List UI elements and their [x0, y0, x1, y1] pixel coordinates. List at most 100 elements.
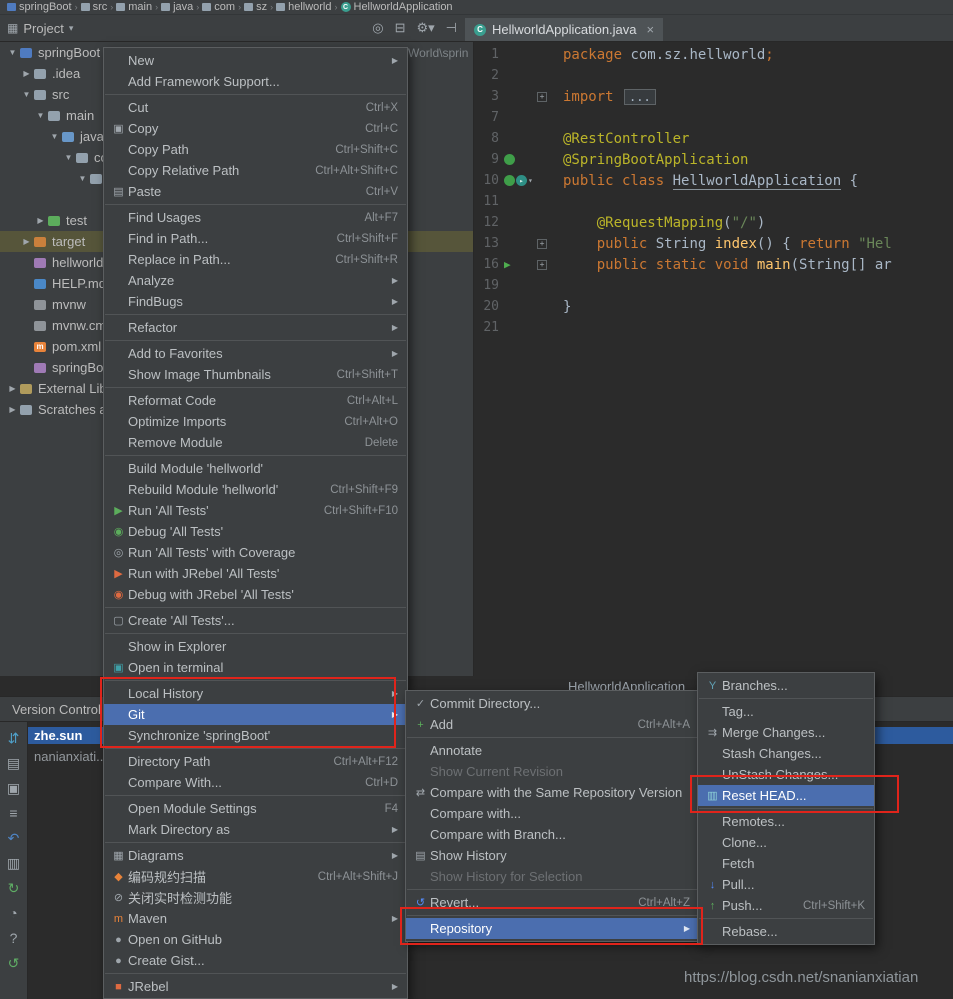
tree-expand-arrow-icon[interactable]: ▼ [6, 48, 19, 57]
settings-gear-icon[interactable]: ⚙▾ [416, 20, 434, 36]
menu-item-findbugs[interactable]: FindBugs ▶ [104, 291, 407, 312]
fold-plus-icon[interactable]: + [537, 91, 547, 102]
menu-item-tag[interactable]: Tag... [698, 701, 874, 722]
tree-expand-arrow-icon[interactable]: ▶ [20, 237, 33, 246]
refresh-icon[interactable]: ↻ [8, 880, 20, 896]
menu-item-replace-in-path[interactable]: Replace in Path... Ctrl+Shift+R [104, 249, 407, 270]
tree-expand-arrow-icon[interactable]: ▶ [6, 384, 19, 393]
menu-item-remove-module[interactable]: Remove Module Delete [104, 432, 407, 453]
project-panel-title[interactable]: Project [23, 21, 63, 36]
menu-item-create-all-tests[interactable]: ▢ Create 'All Tests'... [104, 610, 407, 631]
fold-plus-icon[interactable]: + [537, 259, 547, 270]
tree-expand-arrow-icon[interactable]: ▼ [34, 111, 47, 120]
menu-item-optimize-imports[interactable]: Optimize Imports Ctrl+Alt+O [104, 411, 407, 432]
breadcrumb-main[interactable]: main [113, 1, 155, 13]
help-icon[interactable]: ? [10, 930, 18, 946]
menu-item-create-gist[interactable]: ● Create Gist... [104, 950, 407, 971]
breadcrumb-springboot[interactable]: springBoot [4, 1, 75, 13]
breadcrumb-sz[interactable]: sz [241, 1, 270, 13]
version-control-tab[interactable]: Version Control [12, 702, 101, 717]
menu-item-mark-directory-as[interactable]: Mark Directory as ▶ [104, 819, 407, 840]
menu-item-show-history-for-selection[interactable]: Show History for Selection [406, 866, 699, 887]
menu-item-push[interactable]: ↑ Push... Ctrl+Shift+K [698, 895, 874, 916]
menu-item-unstash-changes[interactable]: UnStash Changes... [698, 764, 874, 785]
tree-expand-arrow-icon[interactable]: ▶ [20, 69, 33, 78]
menu-item-fetch[interactable]: Fetch [698, 853, 874, 874]
breadcrumb-com[interactable]: com [199, 1, 238, 13]
tree-expand-arrow-icon[interactable]: ▶ [6, 405, 19, 414]
copy-icon[interactable]: ▣ [7, 780, 20, 796]
menu-item-directory-path[interactable]: Directory Path Ctrl+Alt+F12 [104, 751, 407, 772]
tree-expand-arrow-icon[interactable]: ▼ [76, 174, 89, 183]
breadcrumb-java[interactable]: java [158, 1, 196, 13]
chevron-down-icon[interactable]: ▾ [69, 23, 74, 34]
menu-item-annotate[interactable]: Annotate [406, 740, 699, 761]
menu-item-git[interactable]: Git ▶ [104, 704, 407, 725]
editor-tab-hellworldapplication[interactable]: C HellworldApplication.java × [465, 18, 664, 41]
menu-item-refactor[interactable]: Refactor ▶ [104, 317, 407, 338]
menu-item-reset-head[interactable]: ▥ Reset HEAD... [698, 785, 874, 806]
close-icon[interactable]: × [647, 22, 655, 37]
menu-item-stash-changes[interactable]: Stash Changes... [698, 743, 874, 764]
menu-item-run-all-tests-with-coverage[interactable]: ◎ Run 'All Tests' with Coverage [104, 542, 407, 563]
menu-item-analyze[interactable]: Analyze ▶ [104, 270, 407, 291]
menu-item-open-module-settings[interactable]: Open Module Settings F4 [104, 798, 407, 819]
tree-expand-arrow-icon[interactable]: ▼ [48, 132, 61, 141]
menu-item-code-convention-scan[interactable]: ◆ 编码规约扫描 Ctrl+Alt+Shift+J [104, 866, 407, 887]
tree-expand-arrow-icon[interactable]: ▼ [62, 153, 75, 162]
menu-item-maven[interactable]: m Maven ▶ [104, 908, 407, 929]
menu-item-compare-with-dialog[interactable]: Compare with... [406, 803, 699, 824]
menu-item-revert[interactable]: ↺ Revert... Ctrl+Alt+Z [406, 892, 699, 913]
tree-expand-arrow-icon[interactable]: ▶ [34, 216, 47, 225]
menu-item-open-on-github[interactable]: ● Open on GitHub [104, 929, 407, 950]
spring-bean-icon[interactable] [504, 154, 515, 165]
menu-item-cut[interactable]: Cut Ctrl+X [104, 97, 407, 118]
menu-item-run-all-tests[interactable]: ▶ Run 'All Tests' Ctrl+Shift+F10 [104, 500, 407, 521]
menu-item-local-history[interactable]: Local History ▶ [104, 683, 407, 704]
tree-expand-arrow-icon[interactable]: ▼ [20, 90, 33, 99]
menu-item-find-in-path[interactable]: Find in Path... Ctrl+Shift+F [104, 228, 407, 249]
menu-item-remotes[interactable]: Remotes... [698, 811, 874, 832]
menu-item-copy[interactable]: ▣ Copy Ctrl+C [104, 118, 407, 139]
breadcrumb-hellworldapplication[interactable]: C HellworldApplication [338, 1, 456, 13]
collapse-all-icon[interactable]: ⊟ [395, 20, 406, 36]
menu-item-add-framework-support[interactable]: Add Framework Support... [104, 71, 407, 92]
menu-item-rebuild-module[interactable]: Rebuild Module 'hellworld' Ctrl+Shift+F9 [104, 479, 407, 500]
menu-item-jrebel[interactable]: ■ JRebel ▶ [104, 976, 407, 997]
menu-item-disable-realtime-check[interactable]: ⊘ 关闭实时检测功能 [104, 887, 407, 908]
rollback-icon[interactable]: ↶ [8, 830, 20, 846]
menu-item-run-with-jrebel[interactable]: ▶ Run with JRebel 'All Tests' [104, 563, 407, 584]
menu-item-merge-changes[interactable]: ⇉ Merge Changes... [698, 722, 874, 743]
breadcrumb-src[interactable]: src [78, 1, 111, 13]
menu-item-rebase[interactable]: Rebase... [698, 921, 874, 942]
menu-item-paste[interactable]: ▤ Paste Ctrl+V [104, 181, 407, 202]
document-icon[interactable]: ▤ [7, 755, 20, 771]
menu-item-copy-path[interactable]: Copy Path Ctrl+Shift+C [104, 139, 407, 160]
menu-item-show-image-thumbnails[interactable]: Show Image Thumbnails Ctrl+Shift+T [104, 364, 407, 385]
shelve-icon[interactable]: ▥ [7, 855, 20, 871]
menu-item-diagrams[interactable]: ▦ Diagrams ▶ [104, 845, 407, 866]
breadcrumb-hellworld[interactable]: hellworld [273, 1, 334, 13]
menu-item-pull[interactable]: ↓ Pull... [698, 874, 874, 895]
menu-item-open-in-terminal[interactable]: ▣ Open in terminal [104, 657, 407, 678]
menu-item-debug-with-jrebel[interactable]: ◉ Debug with JRebel 'All Tests' [104, 584, 407, 605]
menu-item-repository[interactable]: Repository ▶ [406, 918, 699, 939]
run-class-icon[interactable]: ▸ [516, 175, 527, 186]
menu-item-copy-relative-path[interactable]: Copy Relative Path Ctrl+Alt+Shift+C [104, 160, 407, 181]
spring-bean-icon[interactable] [504, 175, 515, 186]
menu-item-show-in-explorer[interactable]: Show in Explorer [104, 636, 407, 657]
menu-item-compare-with[interactable]: Compare With... Ctrl+D [104, 772, 407, 793]
menu-item-build-module[interactable]: Build Module 'hellworld' [104, 458, 407, 479]
menu-item-find-usages[interactable]: Find Usages Alt+F7 [104, 207, 407, 228]
menu-item-debug-all-tests[interactable]: ◉ Debug 'All Tests' [104, 521, 407, 542]
fold-plus-icon[interactable]: + [537, 238, 547, 249]
hide-panel-icon[interactable]: ⊣ [446, 20, 457, 36]
menu-item-add[interactable]: + Add Ctrl+Alt+A [406, 714, 699, 735]
menu-item-compare-with-branch[interactable]: Compare with Branch... [406, 824, 699, 845]
update-project-icon[interactable]: ⇵ [8, 730, 20, 746]
recycle-icon[interactable]: ↺ [8, 955, 20, 971]
menu-item-new[interactable]: New ▶ [104, 50, 407, 71]
menu-item-compare-with-same-repository-version[interactable]: ⇄ Compare with the Same Repository Versio… [406, 782, 699, 803]
changelist-icon[interactable]: ≡ [9, 805, 17, 821]
history-icon[interactable]: ◔ [9, 905, 17, 921]
